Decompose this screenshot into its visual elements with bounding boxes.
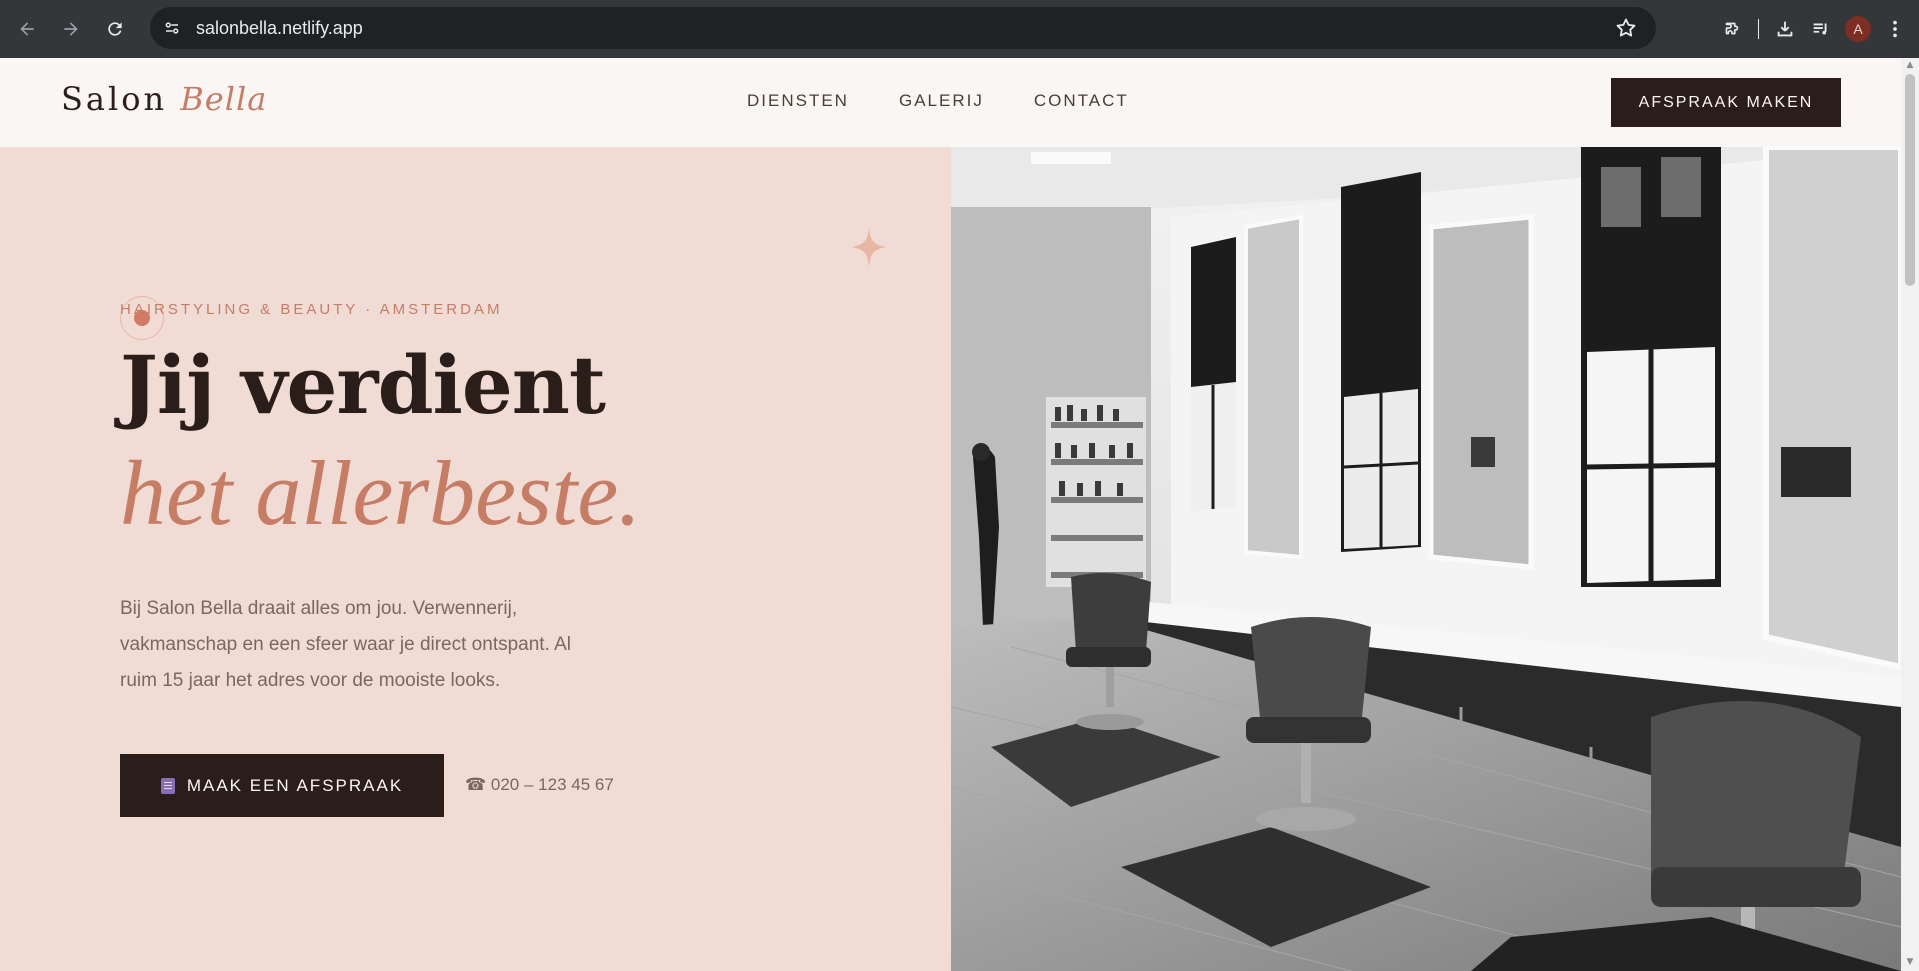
scroll-down-icon[interactable]: ▼ xyxy=(1905,957,1915,967)
toolbar-divider xyxy=(1758,19,1759,39)
site-info-button[interactable] xyxy=(158,14,186,42)
scroll-thumb[interactable] xyxy=(1905,74,1915,286)
sparkle-icon xyxy=(851,226,887,268)
page-scrollbar[interactable]: ▲ ▼ xyxy=(1901,58,1919,971)
hero-title-line1: Jij verdient xyxy=(120,338,606,432)
hero-eyebrow: HAIRSTYLING & BEAUTY · AMSTERDAM xyxy=(120,301,503,318)
site-logo[interactable]: Salon Bella xyxy=(61,80,267,118)
downloads-icon xyxy=(1777,21,1793,37)
salon-photo-illustration xyxy=(951,147,1901,971)
menu-kebab-icon xyxy=(1893,20,1897,38)
salon-interior-photo xyxy=(951,147,1901,971)
address-bar[interactable]: salonbella.netlify.app xyxy=(150,7,1656,49)
forward-icon xyxy=(64,22,78,36)
extensions-button[interactable] xyxy=(1714,11,1750,47)
phone-link[interactable]: ☎ 020 – 123 45 67 xyxy=(465,775,614,795)
downloads-button[interactable] xyxy=(1767,11,1803,47)
hero-title-line2: het allerbeste. xyxy=(120,442,642,544)
reload-icon xyxy=(108,22,122,36)
media-queue-button[interactable] xyxy=(1803,11,1839,47)
reload-button[interactable] xyxy=(97,11,133,47)
extensions-icon xyxy=(1725,22,1739,35)
site-header: Salon Bella DIENSTEN GALERIJ CONTACT AFS… xyxy=(0,58,1901,147)
book-appointment-button[interactable]: AFSPRAAK MAKEN xyxy=(1611,78,1841,127)
logo-accent: Bella xyxy=(180,80,268,118)
hero-lead: Bij Salon Bella draait alles om jou. Ver… xyxy=(120,598,571,691)
forward-button[interactable] xyxy=(53,11,89,47)
main-nav: DIENSTEN GALERIJ CONTACT xyxy=(747,91,1129,111)
hero-text-panel: HAIRSTYLING & BEAUTY · AMSTERDAM Jij ver… xyxy=(0,147,951,971)
url-text[interactable]: salonbella.netlify.app xyxy=(196,18,363,39)
nav-item-contact[interactable]: CONTACT xyxy=(1034,91,1129,111)
media-queue-icon xyxy=(1813,23,1827,35)
site-info-icon xyxy=(165,22,179,34)
profile-avatar[interactable]: A xyxy=(1845,16,1871,42)
make-appointment-label: MAAK EEN AFSPRAAK xyxy=(186,775,404,795)
browser-toolbar: salonbella.netlify.app A xyxy=(0,0,1919,58)
logo-main: Salon xyxy=(61,80,168,118)
menu-button[interactable] xyxy=(1877,11,1913,47)
scroll-up-icon[interactable]: ▲ xyxy=(1905,60,1915,70)
back-button[interactable] xyxy=(9,11,45,47)
nav-item-diensten[interactable]: DIENSTEN xyxy=(747,91,849,111)
page-viewport: Salon Bella DIENSTEN GALERIJ CONTACT AFS… xyxy=(0,58,1919,971)
calendar-icon xyxy=(160,777,175,794)
back-icon xyxy=(20,22,34,36)
make-appointment-button[interactable]: MAAK EEN AFSPRAAK xyxy=(120,754,444,817)
bookmark-star-icon[interactable] xyxy=(1614,16,1638,40)
nav-item-galerij[interactable]: GALERIJ xyxy=(899,91,984,111)
browser-actions: A xyxy=(1714,0,1919,58)
